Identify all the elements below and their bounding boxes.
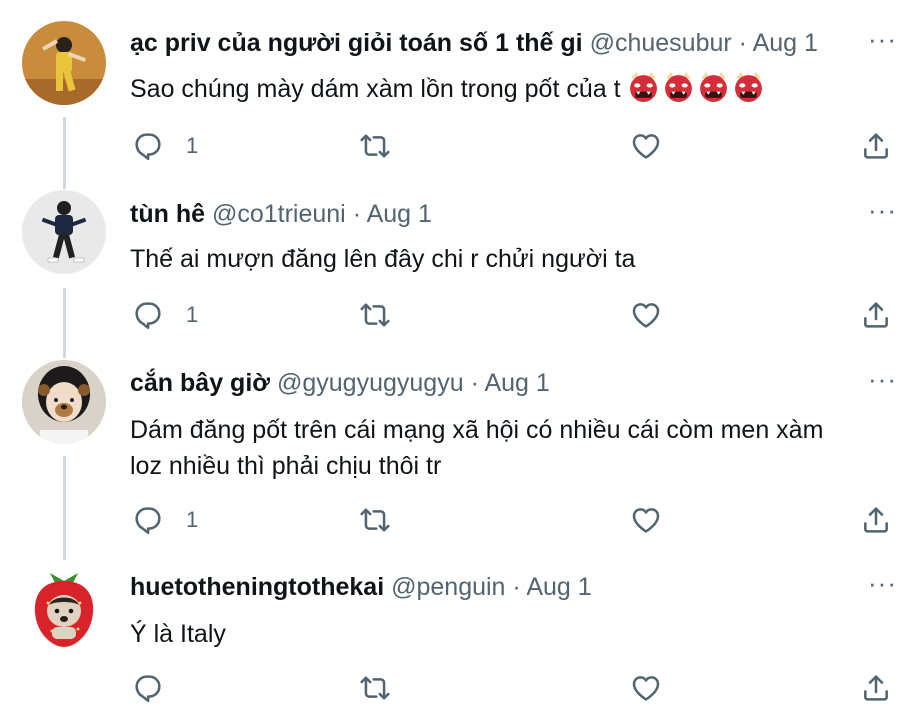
retweet-icon <box>359 130 391 162</box>
tweet-actions: 1 <box>130 126 903 166</box>
retweet-button[interactable] <box>359 668 391 708</box>
reply-icon <box>132 504 164 536</box>
share-button[interactable] <box>860 500 892 540</box>
tweet-text: Dám đăng pốt trên cái mạng xã hội có nhi… <box>130 412 883 484</box>
retweet-button[interactable] <box>359 295 391 335</box>
avatar[interactable] <box>22 360 106 444</box>
tweet-text: Sao chúng mày dám xàm lồn trong pốt của … <box>130 70 883 107</box>
share-icon <box>860 504 892 536</box>
reply-count: 1 <box>186 133 199 158</box>
separator: · <box>352 200 362 228</box>
reply-count: 1 <box>186 507 199 532</box>
avatar[interactable] <box>22 567 106 651</box>
tweet-header: huetotheningtothekai @penguin · Aug 1 <box>130 570 823 604</box>
reply-icon <box>132 130 164 162</box>
tweet-text-content: Sao chúng mày dám xàm lồn trong pốt của … <box>130 75 621 103</box>
share-icon <box>860 299 892 331</box>
share-button[interactable] <box>860 126 892 166</box>
separator: · <box>738 29 747 57</box>
display-name[interactable]: tùn hê <box>130 197 205 231</box>
retweet-icon <box>359 504 391 536</box>
like-button[interactable] <box>630 295 662 335</box>
tweet-text-content: Ý là Italy <box>130 620 226 648</box>
reply-icon <box>132 672 164 704</box>
handle[interactable]: @penguin <box>391 570 505 604</box>
more-icon[interactable]: ··· <box>868 364 897 394</box>
tweet-header: tùn hê @co1trieuni · Aug 1 <box>130 197 823 231</box>
reply-button[interactable]: 1 <box>132 126 198 166</box>
timestamp[interactable]: Aug 1 <box>526 573 591 601</box>
separator: · <box>512 573 521 601</box>
like-icon <box>630 299 662 331</box>
share-button[interactable] <box>860 668 892 708</box>
share-icon <box>860 130 892 162</box>
emoji-ogre-icon <box>627 70 765 103</box>
tweet-actions: 1 <box>130 295 903 335</box>
reply-icon <box>132 299 164 331</box>
retweet-icon <box>359 299 391 331</box>
retweet-button[interactable] <box>359 126 391 166</box>
display-name[interactable]: huetotheningtothekai <box>130 570 384 604</box>
more-icon[interactable]: ··· <box>868 568 897 598</box>
tweet-text-content: Thế ai mượn đăng lên đây chi r chửi ngườ… <box>130 245 636 273</box>
tweet-text-line: loz nhiều thì phải chịu thôi tr <box>130 452 442 480</box>
avatar[interactable] <box>22 190 106 274</box>
more-icon[interactable]: ··· <box>868 195 897 225</box>
tweet-text: Thế ai mượn đăng lên đây chi r chửi ngườ… <box>130 241 883 277</box>
tweet[interactable]: ạc priv của người giỏi toán số 1 thế gi … <box>0 21 923 176</box>
like-icon <box>630 130 662 162</box>
timestamp[interactable]: Aug 1 <box>484 369 549 397</box>
timestamp[interactable]: Aug 1 <box>753 29 818 57</box>
share-icon <box>860 672 892 704</box>
tweet-text: Ý là Italy <box>130 616 883 652</box>
like-button[interactable] <box>630 126 662 166</box>
share-button[interactable] <box>860 295 892 335</box>
tweet[interactable]: cắn bây giờ @gyugyugyugyu · Aug 1 ··· Dá… <box>0 360 923 556</box>
retweet-icon <box>359 672 391 704</box>
tweet-actions: 1 <box>130 500 903 540</box>
display-name[interactable]: ạc priv của người giỏi toán số 1 thế gi <box>130 26 583 60</box>
reply-button[interactable]: 1 <box>132 295 198 335</box>
separator: · <box>470 369 479 397</box>
like-icon <box>630 672 662 704</box>
handle[interactable]: @co1trieuni <box>212 197 346 231</box>
tweet-header: ạc priv của người giỏi toán số 1 thế gi … <box>130 26 823 60</box>
handle[interactable]: @gyugyugyugyu <box>277 366 464 400</box>
tweet-text-line: Dám đăng pốt trên cái mạng xã hội có nhi… <box>130 416 824 444</box>
reply-count: 1 <box>186 302 199 327</box>
handle[interactable]: @chuesubur <box>590 26 732 60</box>
retweet-button[interactable] <box>359 500 391 540</box>
like-button[interactable] <box>630 500 662 540</box>
more-icon[interactable]: ··· <box>868 24 897 54</box>
tweet-header: cắn bây giờ @gyugyugyugyu · Aug 1 <box>130 366 823 400</box>
tweet[interactable]: tùn hê @co1trieuni · Aug 1 ··· Thế ai mư… <box>0 190 923 347</box>
tweet[interactable]: huetotheningtothekai @penguin · Aug 1 ··… <box>0 567 923 727</box>
reply-button[interactable] <box>132 668 164 708</box>
tweet-actions <box>130 668 903 708</box>
avatar[interactable] <box>22 21 106 105</box>
reply-button[interactable]: 1 <box>132 500 198 540</box>
like-icon <box>630 504 662 536</box>
timestamp[interactable]: Aug 1 <box>367 200 432 228</box>
like-button[interactable] <box>630 668 662 708</box>
display-name[interactable]: cắn bây giờ <box>130 366 270 400</box>
